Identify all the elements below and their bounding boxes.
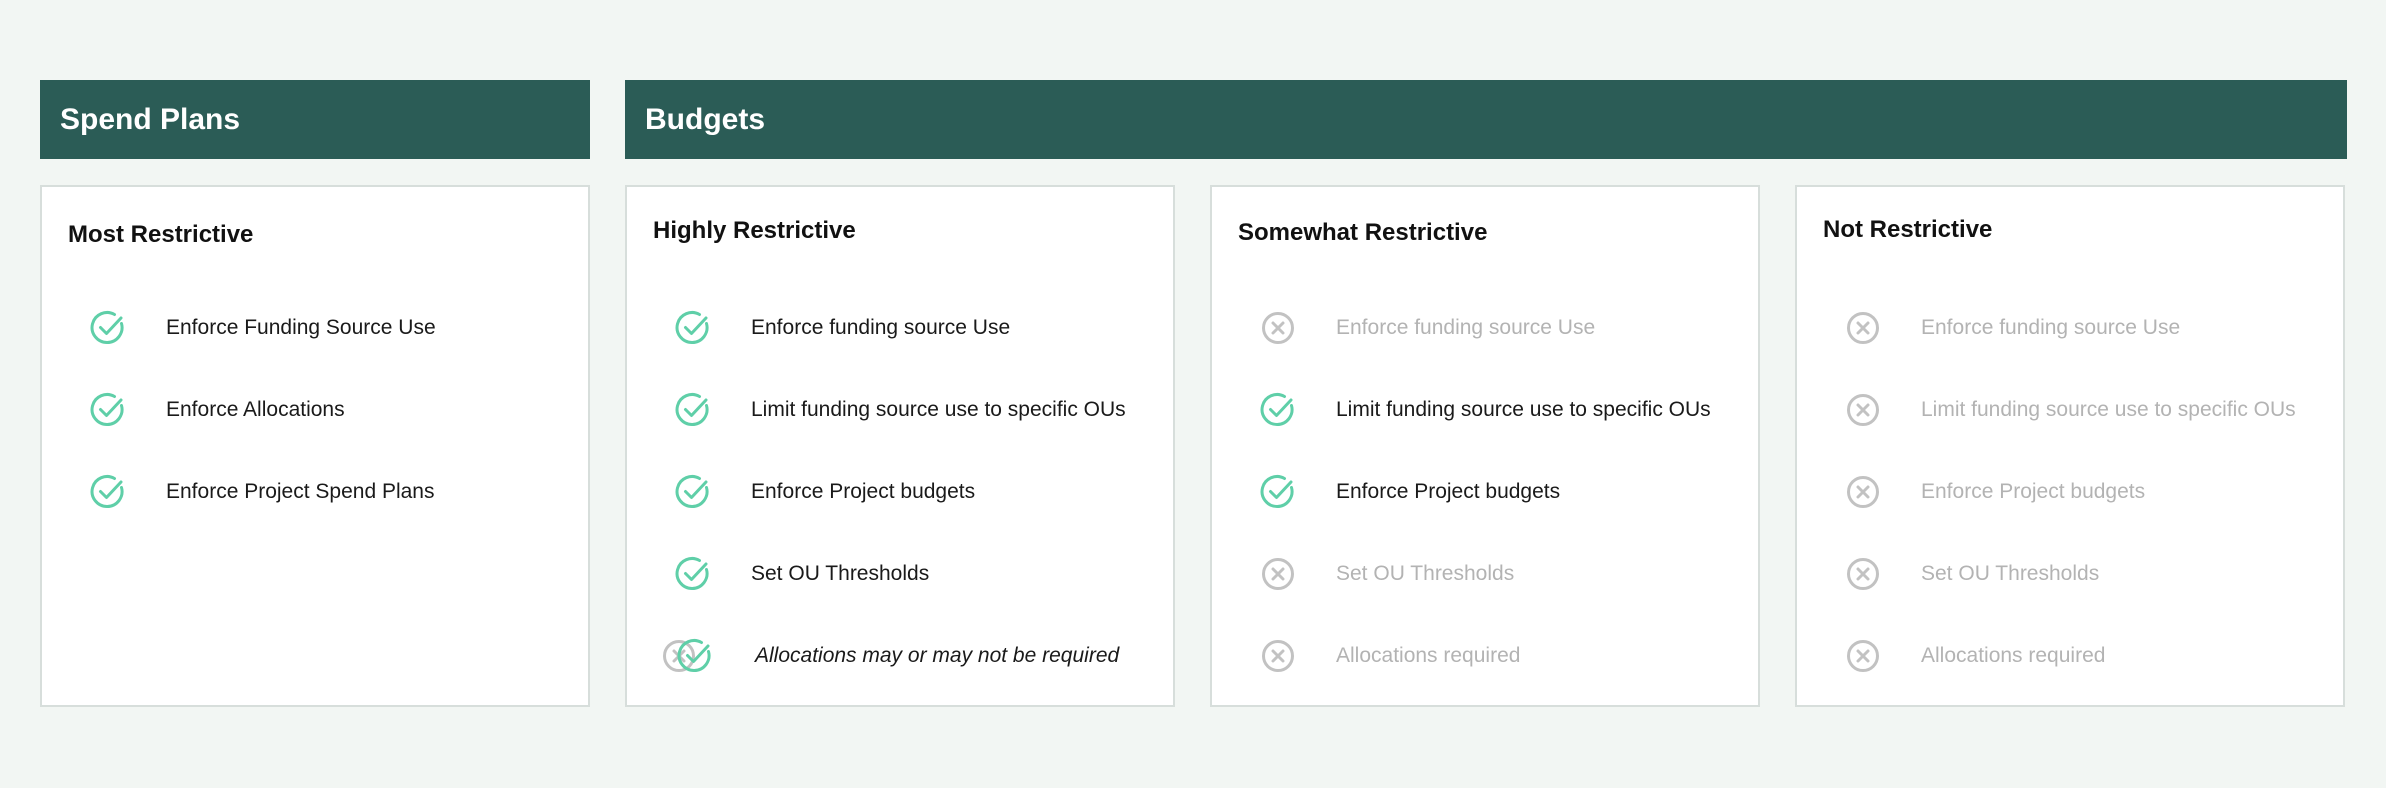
x-circle-icon: [1845, 310, 1881, 346]
item-label: Allocations required: [1921, 644, 2106, 667]
check-circle-icon: [675, 392, 711, 428]
list-item: Set OU Thresholds: [1845, 554, 2099, 594]
check-circle-icon: [675, 556, 711, 592]
budgets-title: Budgets: [645, 102, 765, 136]
check-circle-icon: [90, 310, 126, 346]
item-label: Allocations required: [1336, 644, 1521, 667]
x-circle-icon: [1845, 392, 1881, 428]
spend-plans-title: Spend Plans: [60, 102, 241, 136]
card-title: Highly Restrictive: [653, 217, 856, 244]
card-not-restrictive: Not Restrictive Enforce funding source U…: [1795, 185, 2345, 707]
item-label: Limit funding source use to specific OUs: [1336, 398, 1711, 421]
check-circle-icon: [1260, 392, 1296, 428]
item-label: Set OU Thresholds: [1921, 562, 2100, 585]
card-most-restrictive: Most Restrictive Enforce Funding Source …: [40, 185, 590, 707]
check-circle-icon: [675, 310, 711, 346]
list-item: Set OU Thresholds: [675, 554, 929, 594]
item-label: Enforce Project budgets: [751, 480, 976, 503]
item-label: Set OU Thresholds: [751, 562, 930, 585]
list-item: Enforce Project Spend Plans: [90, 472, 435, 512]
list-item: Enforce Project budgets: [675, 472, 975, 512]
list-item: Allocations may or may not be required: [675, 636, 1119, 676]
item-label: Enforce funding source Use: [1921, 316, 2181, 339]
list-item: Set OU Thresholds: [1260, 554, 1514, 594]
check-circle-icon: [90, 392, 126, 428]
check-circle-icon: [1260, 474, 1296, 510]
item-label: Allocations may or may not be required: [755, 644, 1120, 667]
card-title: Not Restrictive: [1823, 216, 1993, 243]
list-item: Enforce Project budgets: [1845, 472, 2145, 512]
item-label: Enforce Project budgets: [1921, 480, 2146, 503]
list-item: Enforce funding source Use: [675, 308, 1010, 348]
x-circle-icon: [1260, 556, 1296, 592]
x-circle-icon: [1845, 638, 1881, 674]
x-circle-icon: [1845, 474, 1881, 510]
x-circle-icon: [1260, 310, 1296, 346]
list-item: Limit funding source use to specific OUs: [1845, 390, 2296, 430]
list-item: Limit funding source use to specific OUs: [1260, 390, 1711, 430]
spend-plans-header: Spend Plans: [40, 80, 590, 159]
card-highly-restrictive: Highly Restrictive Enforce funding sourc…: [625, 185, 1175, 707]
card-title: Most Restrictive: [68, 221, 254, 248]
card-title: Somewhat Restrictive: [1238, 219, 1488, 246]
item-label: Enforce funding source Use: [751, 316, 1011, 339]
item-label: Limit funding source use to specific OUs: [1921, 398, 2296, 421]
list-item: Allocations required: [1260, 636, 1520, 676]
item-label: Limit funding source use to specific OUs: [751, 398, 1126, 421]
x-circle-icon: [1260, 638, 1296, 674]
x-check-combo-icon: [661, 636, 717, 676]
item-label: Set OU Thresholds: [1336, 562, 1515, 585]
list-item: Enforce Allocations: [90, 390, 345, 430]
list-item: Enforce funding source Use: [1845, 308, 2180, 348]
list-item: Enforce Funding Source Use: [90, 308, 436, 348]
check-circle-icon: [677, 638, 713, 674]
check-circle-icon: [90, 474, 126, 510]
item-label: Enforce Project Spend Plans: [166, 480, 435, 503]
card-somewhat-restrictive: Somewhat Restrictive Enforce funding sou…: [1210, 185, 1760, 707]
check-circle-icon: [675, 474, 711, 510]
x-circle-icon: [1845, 556, 1881, 592]
item-label: Enforce Allocations: [166, 398, 345, 421]
item-label: Enforce Project budgets: [1336, 480, 1561, 503]
list-item: Limit funding source use to specific OUs: [675, 390, 1126, 430]
list-item: Allocations required: [1845, 636, 2105, 676]
list-item: Enforce funding source Use: [1260, 308, 1595, 348]
item-label: Enforce Funding Source Use: [166, 316, 436, 339]
budgets-header: Budgets: [625, 80, 2347, 159]
item-label: Enforce funding source Use: [1336, 316, 1596, 339]
list-item: Enforce Project budgets: [1260, 472, 1560, 512]
